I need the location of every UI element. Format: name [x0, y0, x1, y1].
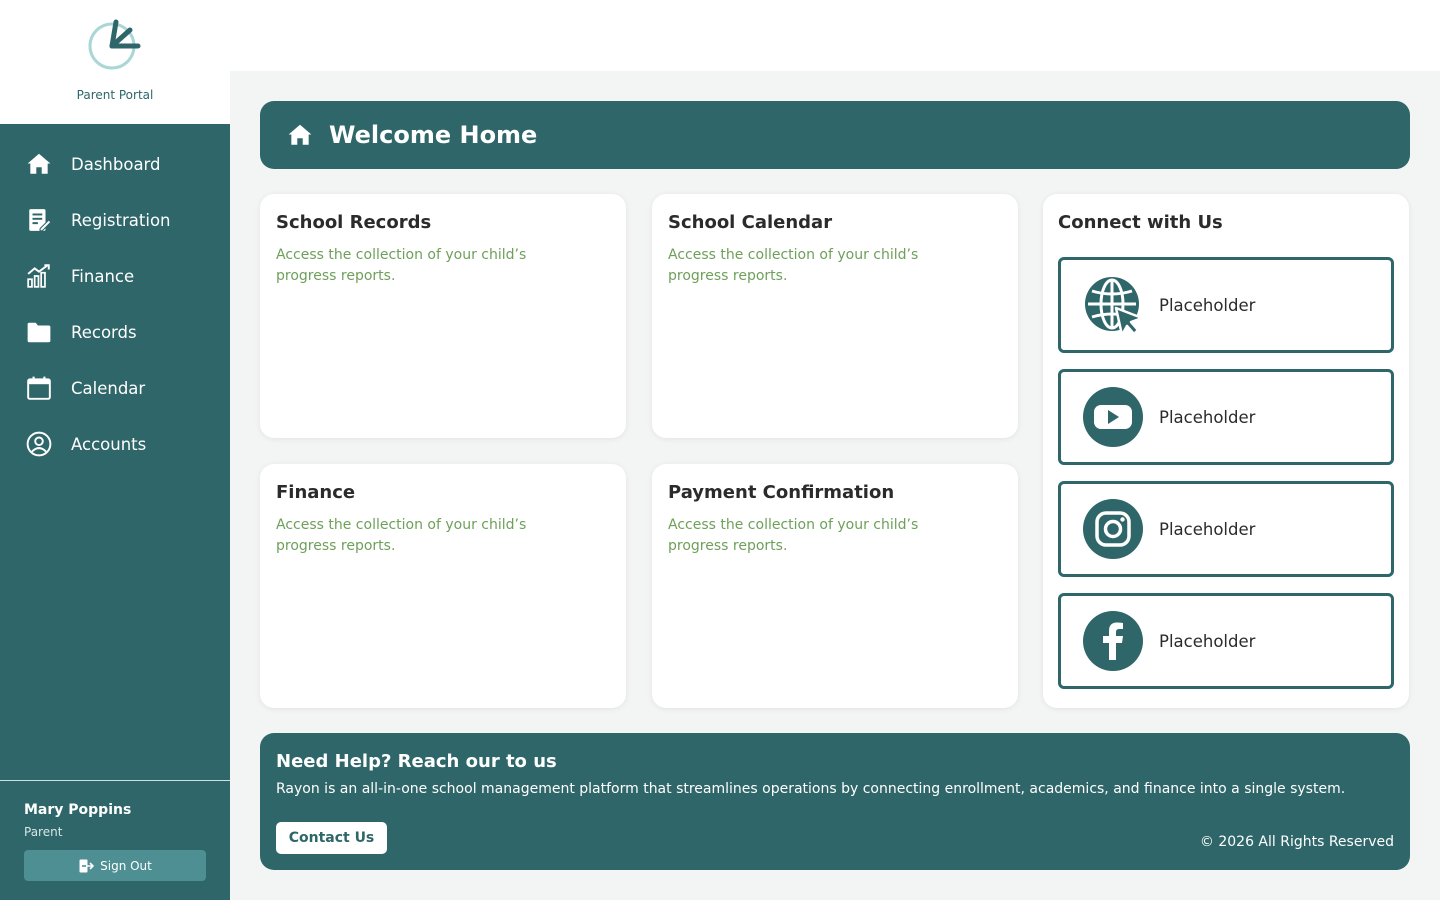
welcome-banner: Welcome Home [260, 101, 1410, 169]
sidebar-item-records[interactable]: Records [0, 304, 230, 360]
connect-title: Connect with Us [1058, 212, 1223, 233]
social-link-label: Placeholder [1159, 631, 1256, 651]
connect-panel: Connect with Us Placeholder Placeholder … [1043, 194, 1409, 708]
social-link-website[interactable]: Placeholder [1058, 257, 1394, 353]
card-payment-confirmation[interactable]: Payment Confirmation Access the collecti… [652, 464, 1018, 708]
card-school-calendar[interactable]: School Calendar Access the collection of… [652, 194, 1018, 438]
user-circle-icon [26, 431, 52, 457]
home-icon [26, 151, 52, 177]
home-icon [288, 124, 312, 145]
sidebar-item-label: Calendar [71, 378, 146, 398]
clock-arrow-logo-icon [88, 19, 141, 70]
sidebar-item-label: Finance [71, 266, 135, 286]
sidebar-item-dashboard[interactable]: Dashboard [0, 136, 230, 192]
sign-out-icon [79, 859, 95, 872]
brand: Parent Portal [0, 0, 230, 124]
sidebar-item-label: Registration [71, 210, 171, 230]
copyright-text: © 2026 All Rights Reserved [1199, 834, 1394, 850]
card-description: Access the collection of your child’s pr… [276, 517, 527, 554]
sidebar-item-label: Accounts [71, 434, 147, 454]
social-link-label: Placeholder [1159, 519, 1256, 539]
contact-us-button[interactable]: Contact Us [276, 822, 387, 854]
sidebar-item-registration[interactable]: Registration [0, 192, 230, 248]
card-finance[interactable]: Finance Access the collection of your ch… [260, 464, 626, 708]
card-title: Finance [276, 482, 356, 503]
card-description: Access the collection of your child’s pr… [668, 517, 919, 554]
globe-icon [1085, 277, 1144, 336]
edit-document-icon [26, 207, 52, 233]
card-description: Access the collection of your child’s pr… [276, 247, 527, 284]
card-title: School Calendar [668, 212, 833, 233]
page-title: Welcome Home [329, 121, 538, 149]
sidebar: Parent Portal Dashboard Registration Fin… [0, 0, 230, 900]
card-title: Payment Confirmation [668, 482, 895, 503]
user-name: Mary Poppins [24, 802, 132, 818]
user-panel: Mary Poppins Parent Sign Out [0, 780, 230, 900]
sidebar-nav: Dashboard Registration Finance Records C… [0, 136, 230, 472]
sign-out-label: Sign Out [100, 858, 152, 873]
card-description: Access the collection of your child’s pr… [668, 247, 919, 284]
help-banner: Need Help? Reach our to us Rayon is an a… [260, 733, 1410, 870]
sidebar-item-calendar[interactable]: Calendar [0, 360, 230, 416]
social-links: Placeholder Placeholder Placeholder Plac… [1058, 257, 1394, 689]
social-link-label: Placeholder [1159, 295, 1256, 315]
sidebar-item-finance[interactable]: Finance [0, 248, 230, 304]
instagram-icon [1083, 499, 1143, 559]
card-title: School Records [276, 212, 432, 233]
youtube-icon [1083, 387, 1143, 447]
chart-growth-icon [26, 263, 52, 289]
sidebar-item-accounts[interactable]: Accounts [0, 416, 230, 472]
calendar-icon [26, 375, 52, 401]
folder-icon [26, 319, 52, 345]
social-link-instagram[interactable]: Placeholder [1058, 481, 1394, 577]
social-link-youtube[interactable]: Placeholder [1058, 369, 1394, 465]
card-school-records[interactable]: School Records Access the collection of … [260, 194, 626, 438]
brand-name: Parent Portal [76, 88, 154, 102]
social-link-facebook[interactable]: Placeholder [1058, 593, 1394, 689]
sign-out-button[interactable]: Sign Out [24, 850, 206, 881]
help-text: Rayon is an all-in-one school management… [276, 781, 1346, 797]
sidebar-item-label: Records [71, 322, 137, 342]
help-title: Need Help? Reach our to us [276, 751, 557, 772]
social-link-label: Placeholder [1159, 407, 1256, 427]
user-role: Parent [24, 825, 63, 839]
facebook-icon [1083, 611, 1143, 671]
sidebar-item-label: Dashboard [71, 154, 161, 174]
